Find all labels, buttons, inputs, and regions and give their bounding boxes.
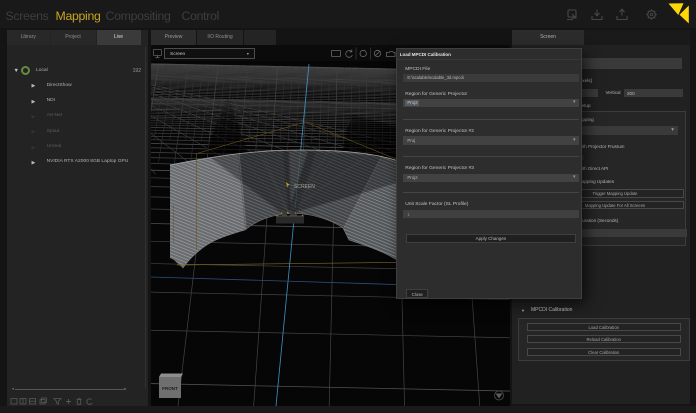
svg-text:SCREEN: SCREEN (294, 184, 315, 190)
svg-text:FRONT: FRONT (162, 386, 178, 391)
svg-text:SCREEN: SCREEN (297, 192, 314, 197)
